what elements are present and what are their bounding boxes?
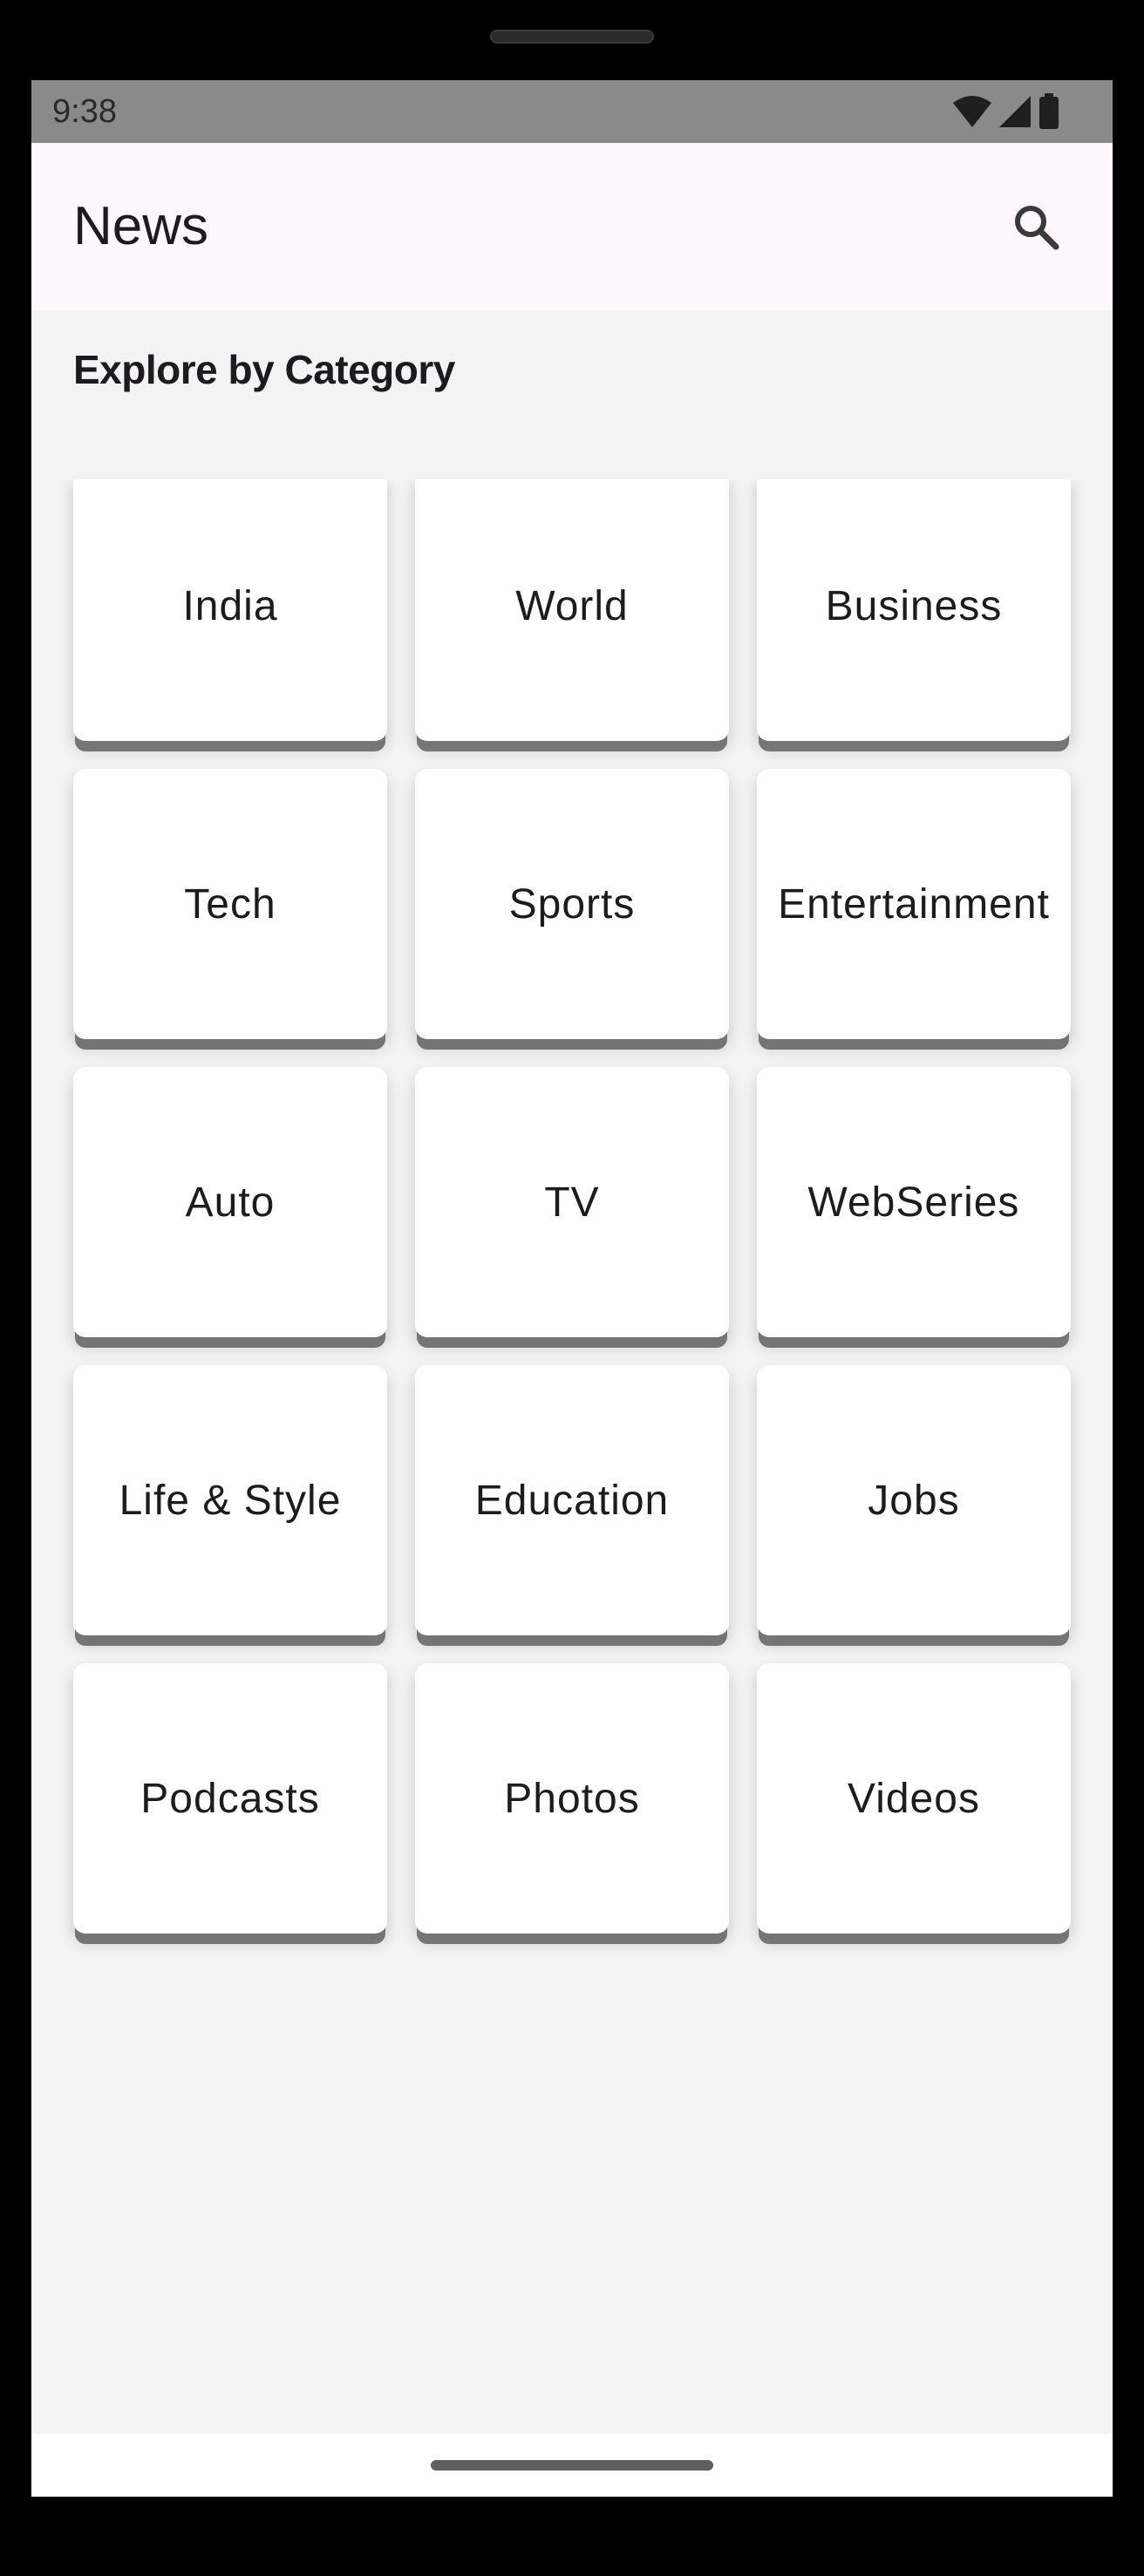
category-card-world[interactable]: World (415, 479, 729, 741)
search-button[interactable] (994, 185, 1078, 268)
category-card-business[interactable]: Business (757, 479, 1071, 741)
category-card-entertainment[interactable]: Entertainment (757, 769, 1071, 1039)
wifi-icon (953, 96, 991, 127)
home-gesture-handle[interactable] (431, 2460, 713, 2471)
category-label: Videos (848, 1775, 980, 1822)
category-card-tech[interactable]: Tech (73, 769, 387, 1039)
app-screen: 9:38 News Explore by Category India Worl… (31, 80, 1113, 2497)
earpiece-speaker (490, 30, 654, 44)
category-card-life-style[interactable]: Life & Style (73, 1365, 387, 1635)
app-title: News (73, 196, 209, 256)
status-icons (952, 92, 1060, 131)
status-bar: 9:38 (31, 80, 1113, 143)
category-label: Tech (184, 880, 276, 928)
phone-device: 9:38 News Explore by Category India Worl… (0, 0, 1144, 2576)
category-label: Photos (504, 1775, 640, 1822)
top-app-bar: News (31, 143, 1113, 310)
category-grid-viewport: India World Business Tech Sports Enterta… (31, 479, 1113, 2118)
category-label: Podcasts (140, 1775, 320, 1822)
cellular-signal-icon (999, 96, 1031, 127)
category-card-podcasts[interactable]: Podcasts (73, 1663, 387, 1934)
category-label: WebSeries (807, 1179, 1020, 1226)
category-label: India (182, 582, 278, 629)
category-label: Jobs (868, 1477, 960, 1524)
category-card-jobs[interactable]: Jobs (757, 1365, 1071, 1635)
category-card-sports[interactable]: Sports (415, 769, 729, 1039)
system-navigation-bar (31, 2434, 1113, 2497)
category-label: Entertainment (778, 880, 1050, 928)
category-card-webseries[interactable]: WebSeries (757, 1067, 1071, 1337)
category-label: World (515, 582, 629, 629)
category-label: Business (825, 582, 1003, 629)
battery-icon (1039, 93, 1059, 129)
category-label: Auto (185, 1179, 276, 1226)
category-card-videos[interactable]: Videos (757, 1663, 1071, 1934)
category-card-education[interactable]: Education (415, 1365, 729, 1635)
section-title: Explore by Category (73, 347, 455, 392)
status-time: 9:38 (52, 93, 117, 130)
category-label: TV (544, 1179, 600, 1226)
category-card-auto[interactable]: Auto (73, 1067, 387, 1337)
category-label: Life & Style (119, 1477, 342, 1524)
search-icon (1015, 206, 1059, 250)
category-grid: India World Business Tech Sports Enterta… (73, 479, 1071, 1934)
category-card-tv[interactable]: TV (415, 1067, 729, 1337)
category-label: Sports (508, 880, 636, 928)
category-card-india[interactable]: India (73, 479, 387, 741)
category-label: Education (474, 1477, 670, 1524)
category-card-photos[interactable]: Photos (415, 1663, 729, 1934)
